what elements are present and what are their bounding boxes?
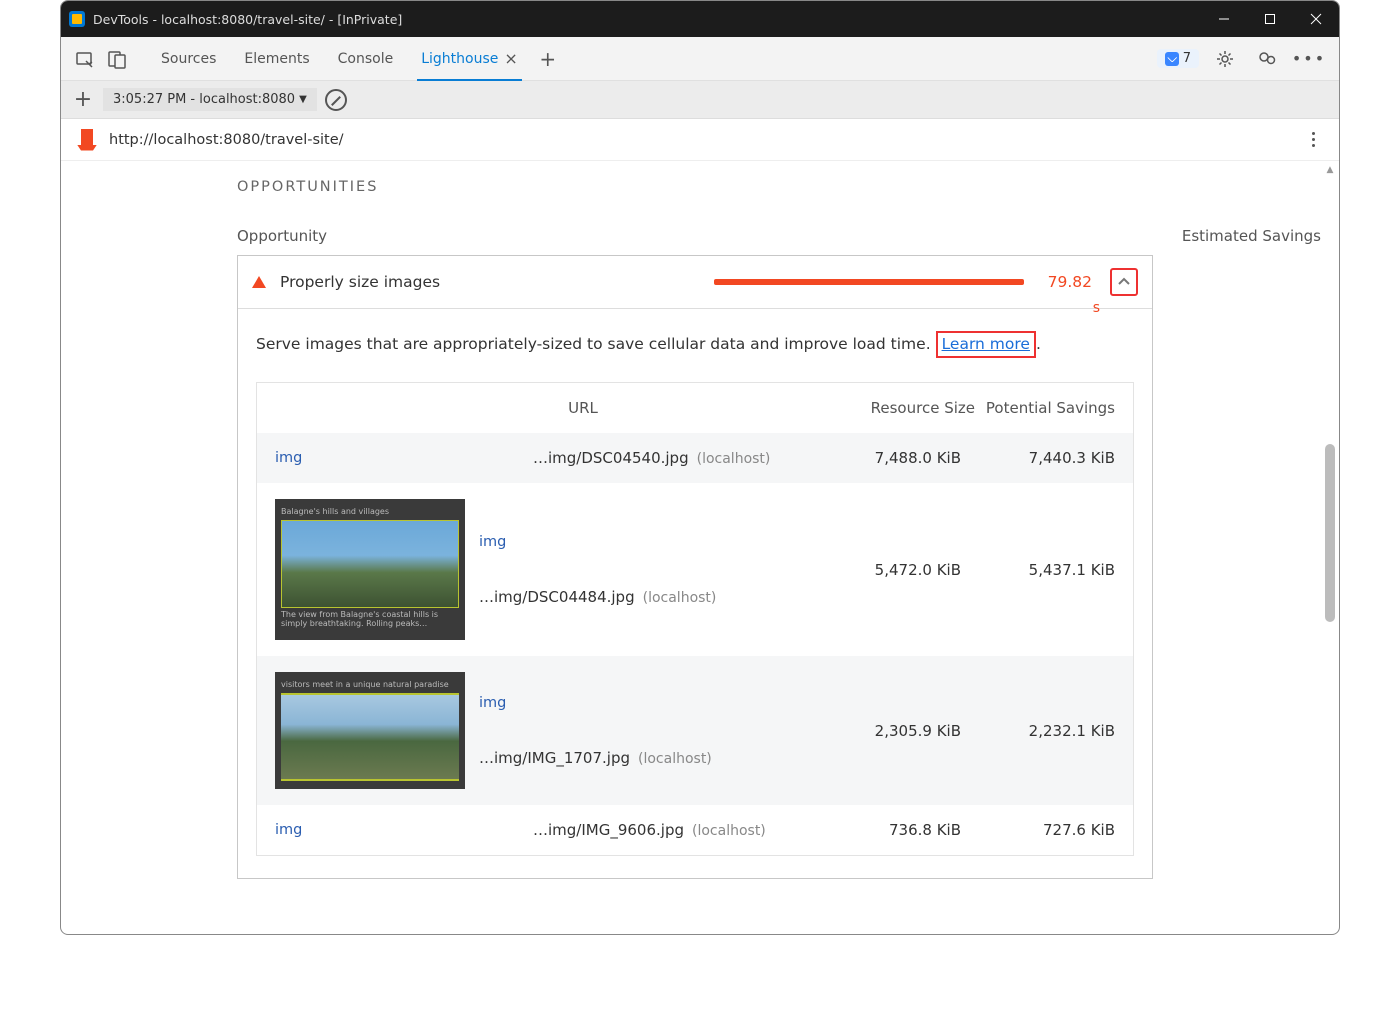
close-button[interactable]	[1293, 1, 1339, 37]
column-headers: Opportunity Estimated Savings	[237, 203, 1339, 255]
issues-badge[interactable]: 7	[1157, 49, 1199, 68]
savings-unit: s	[1093, 300, 1100, 316]
section-title: OPPORTUNITIES	[237, 161, 1339, 203]
new-report-button[interactable]: +	[71, 87, 95, 112]
learn-more-link[interactable]: Learn more	[942, 335, 1030, 353]
issues-icon	[1165, 52, 1179, 66]
tab-lighthouse[interactable]: Lighthouse×	[407, 37, 532, 81]
minimize-button[interactable]	[1201, 1, 1247, 37]
audit-item: Properly size images 79.82 s Serve image…	[237, 255, 1153, 879]
savings-bar	[714, 279, 1024, 285]
audit-description: Serve images that are appropriately-size…	[256, 331, 1134, 358]
inspect-icon[interactable]	[69, 43, 101, 75]
image-thumbnail: Balagne's hills and villages The view fr…	[275, 499, 465, 640]
settings-icon[interactable]	[1209, 43, 1241, 75]
titlebar: DevTools - localhost:8080/travel-site/ -…	[61, 1, 1339, 37]
report-selector[interactable]: 3:05:27 PM - localhost:8080▼	[103, 88, 317, 111]
more-icon[interactable]: •••	[1293, 43, 1325, 75]
clear-button[interactable]	[325, 89, 347, 111]
report-urlbar: http://localhost:8080/travel-site/	[61, 119, 1339, 161]
audit-table: URL Resource Size Potential Savings img …	[256, 382, 1134, 856]
table-row: visitors meet in a unique natural paradi…	[257, 656, 1133, 805]
image-thumbnail: visitors meet in a unique natural paradi…	[275, 672, 465, 789]
devtools-window: DevTools - localhost:8080/travel-site/ -…	[60, 0, 1340, 935]
scrollbar-thumb[interactable]	[1325, 444, 1335, 622]
savings-value: 79.82	[1038, 273, 1092, 291]
collapse-button[interactable]	[1110, 268, 1138, 296]
report-menu-button[interactable]	[1304, 124, 1323, 155]
element-tag[interactable]: img	[275, 450, 315, 466]
close-tab-icon[interactable]: ×	[504, 49, 517, 68]
table-header: URL Resource Size Potential Savings	[257, 383, 1133, 433]
table-row: Balagne's hills and villages The view fr…	[257, 483, 1133, 656]
audit-header[interactable]: Properly size images 79.82 s	[238, 256, 1152, 308]
window-title: DevTools - localhost:8080/travel-site/ -…	[93, 12, 402, 27]
scrollbar[interactable]: ▲	[1323, 163, 1337, 932]
element-tag[interactable]: img	[479, 534, 519, 550]
table-row: img …img/IMG_9606.jpg(localhost) 736.8 K…	[257, 805, 1133, 855]
report-content: OPPORTUNITIES Opportunity Estimated Savi…	[61, 161, 1339, 934]
audit-body: Serve images that are appropriately-size…	[238, 308, 1152, 878]
feedback-icon[interactable]	[1251, 43, 1283, 75]
element-tag[interactable]: img	[479, 695, 519, 711]
scroll-up-icon[interactable]: ▲	[1323, 163, 1337, 177]
maximize-button[interactable]	[1247, 1, 1293, 37]
tab-console[interactable]: Console	[324, 37, 408, 81]
fail-triangle-icon	[252, 276, 266, 288]
devtools-tabstrip: Sources Elements Console Lighthouse× + 7…	[61, 37, 1339, 81]
lighthouse-icon	[77, 129, 97, 151]
table-row: img …img/DSC04540.jpg(localhost) 7,488.0…	[257, 433, 1133, 483]
lighthouse-toolbar: + 3:05:27 PM - localhost:8080▼	[61, 81, 1339, 119]
device-toggle-icon[interactable]	[101, 43, 133, 75]
tab-elements[interactable]: Elements	[230, 37, 323, 81]
element-tag[interactable]: img	[275, 822, 315, 838]
report-url: http://localhost:8080/travel-site/	[109, 132, 344, 148]
audit-name: Properly size images	[280, 273, 440, 291]
app-icon	[69, 11, 85, 27]
tab-sources[interactable]: Sources	[147, 37, 230, 81]
new-tab-button[interactable]: +	[532, 37, 564, 81]
